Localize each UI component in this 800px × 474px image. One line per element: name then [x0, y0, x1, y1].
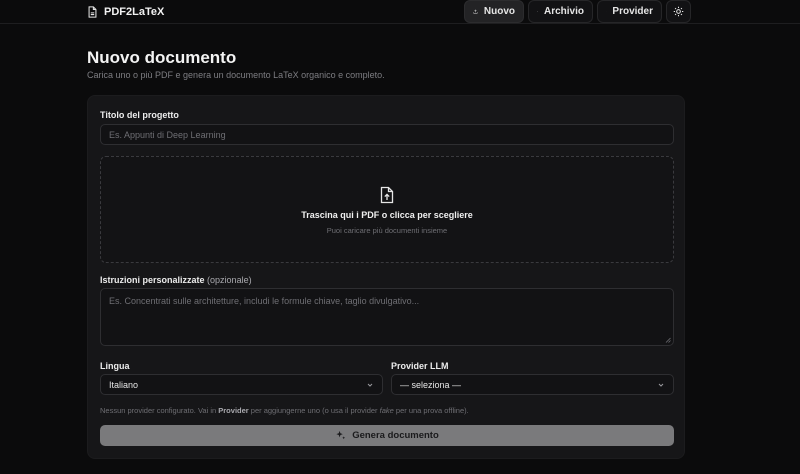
hint-text-2: per aggiungerne uno (o usa il provider	[248, 406, 380, 415]
language-label: Lingua	[100, 361, 130, 371]
generate-button-label: Genera documento	[352, 430, 439, 441]
provider-label: Provider LLM	[391, 361, 449, 371]
project-title-placeholder: Es. Appunti di Deep Learning	[109, 129, 226, 140]
nav-archive-button[interactable]: Archivio	[528, 0, 593, 23]
dropzone-title: Trascina qui i PDF o clicca per sceglier…	[301, 210, 473, 220]
brand[interactable]: PDF2LaTeX	[87, 4, 164, 20]
nav-new-label: Nuovo	[483, 6, 515, 17]
nav-archive-label: Archivio	[543, 6, 584, 17]
page-subtitle: Carica uno o più PDF e genera un documen…	[87, 70, 385, 80]
theme-toggle-button[interactable]	[666, 0, 691, 23]
hint-fake: fake	[379, 406, 394, 415]
resize-handle-icon[interactable]	[665, 337, 671, 343]
chevron-down-icon	[658, 383, 664, 387]
language-value: Italiano	[109, 379, 139, 390]
pdf-dropzone[interactable]: Trascina qui i PDF o clicca per sceglier…	[100, 156, 674, 263]
hint-text-3: per una prova offline).	[393, 406, 469, 415]
project-title-input[interactable]: Es. Appunti di Deep Learning	[100, 124, 674, 145]
main-nav: Nuovo Archivio Provider	[464, 0, 691, 23]
dropzone-subtitle: Puoi caricare più documenti insieme	[326, 226, 448, 235]
upload-icon	[473, 9, 478, 14]
provider-select[interactable]: — seleziona —	[391, 374, 674, 395]
nav-provider-button[interactable]: Provider	[597, 0, 662, 23]
no-provider-hint: Nessun provider configurato. Vai in Prov…	[100, 406, 469, 415]
instructions-optional: (opzionale)	[207, 275, 252, 285]
instructions-textarea[interactable]: Es. Concentrati sulle architetture, incl…	[100, 288, 674, 346]
generate-document-button[interactable]: Genera documento	[100, 425, 674, 446]
file-upload-icon	[380, 186, 394, 204]
top-bar: PDF2LaTeX Nuovo Archivio Provider	[0, 0, 800, 24]
hint-text-1: Nessun provider configurato. Vai in	[100, 406, 219, 415]
file-icon	[88, 6, 97, 18]
nav-new-button[interactable]: Nuovo	[464, 0, 524, 23]
sun-icon	[673, 6, 684, 17]
history-icon	[537, 11, 538, 12]
instructions-label-text: Istruzioni personalizzate	[100, 275, 205, 285]
sparkles-icon	[336, 430, 346, 440]
provider-value: — seleziona —	[400, 379, 462, 390]
brand-name: PDF2LaTeX	[104, 6, 165, 18]
hint-provider-link[interactable]: Provider	[218, 406, 248, 415]
page-title: Nuovo documento	[87, 48, 237, 67]
project-title-label: Titolo del progetto	[100, 110, 179, 120]
language-select[interactable]: Italiano	[100, 374, 383, 395]
instructions-label: Istruzioni personalizzate (opzionale)	[100, 275, 252, 285]
nav-provider-label: Provider	[612, 6, 653, 17]
new-document-form: Titolo del progetto Es. Appunti di Deep …	[87, 95, 685, 459]
chevron-down-icon	[367, 383, 373, 387]
instructions-placeholder: Es. Concentrati sulle architetture, incl…	[109, 296, 420, 306]
